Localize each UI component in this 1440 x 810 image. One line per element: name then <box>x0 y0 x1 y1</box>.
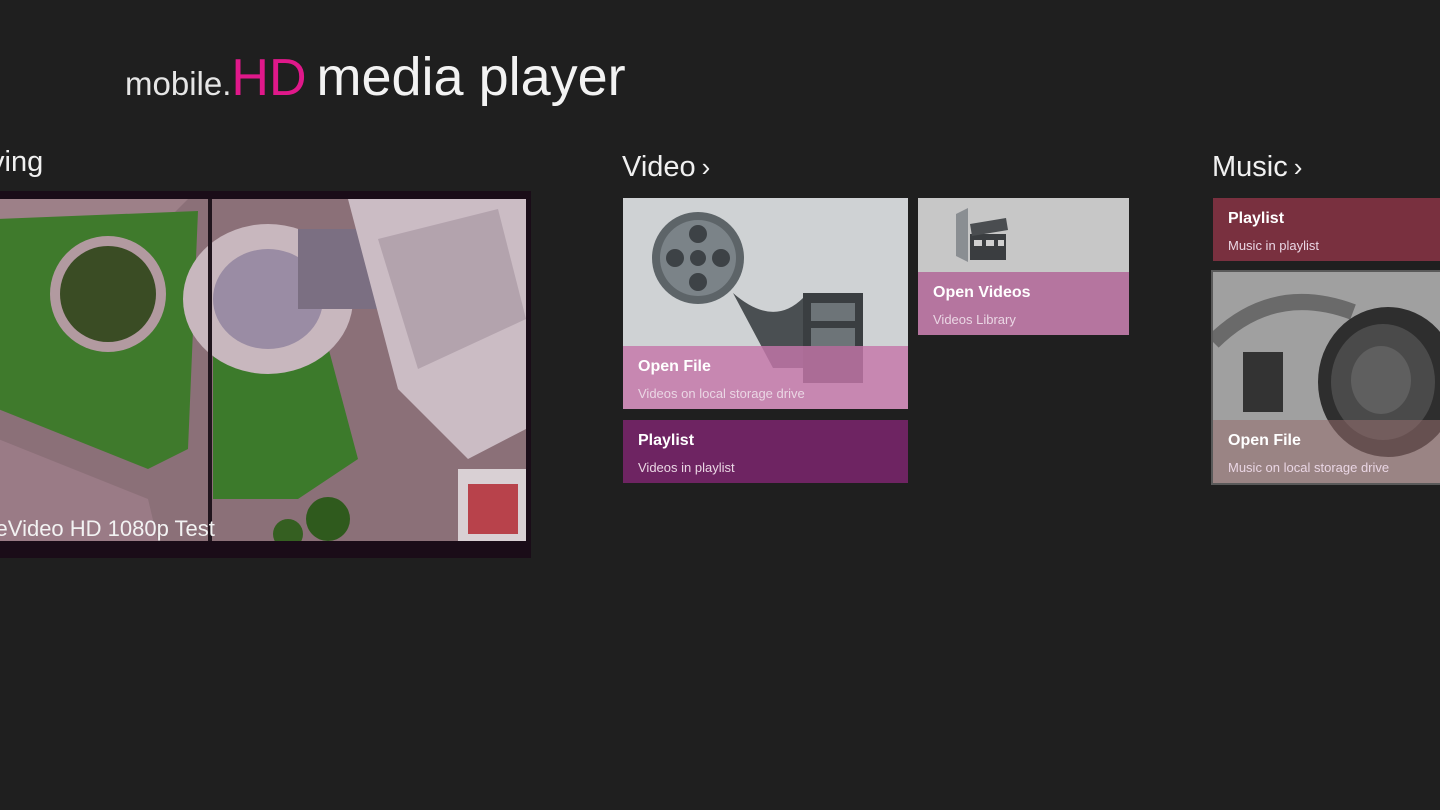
music-section-header[interactable]: Music › <box>1212 153 1302 182</box>
open-videos-label: Open Videos <box>933 284 1031 301</box>
video-open-file-tile[interactable]: Open File Videos on local storage drive <box>623 198 908 409</box>
video-section-header[interactable]: Video › <box>622 153 710 182</box>
app-title-name: media player <box>316 47 626 107</box>
music-playlist-tile[interactable]: Playlist Music in playlist <box>1213 198 1440 261</box>
video-playlist-sub: Videos in playlist <box>638 460 735 475</box>
music-open-file-sub: Music on local storage drive <box>1228 460 1390 475</box>
music-open-file-tile[interactable]: Open File Music on local storage drive <box>1211 270 1440 485</box>
now-playing-tile[interactable]: ureVideo HD 1080p Test <box>0 191 531 558</box>
video-playlist-label: Playlist <box>638 432 695 449</box>
tile-label-band <box>1213 420 1440 483</box>
app-title-brand: HD <box>231 49 307 107</box>
music-header-label: Music <box>1212 151 1288 183</box>
now-playing-header-label: ving <box>0 146 44 178</box>
video-open-file-label: Open File <box>638 358 711 375</box>
video-header-label: Video <box>622 151 696 183</box>
chevron-right-icon: › <box>1293 152 1303 182</box>
open-videos-sub: Videos Library <box>933 312 1016 327</box>
music-playlist-label: Playlist <box>1228 210 1285 227</box>
open-videos-tile[interactable]: Open Videos Videos Library <box>918 198 1129 335</box>
app-title-prefix: mobile. <box>125 65 232 102</box>
app-title: mobile.HD media player <box>125 50 626 104</box>
now-playing-caption: ureVideo HD 1080p Test <box>0 516 215 541</box>
clapperboard-icon <box>956 208 1008 262</box>
music-playlist-sub: Music in playlist <box>1228 238 1320 253</box>
now-playing-header[interactable]: ving <box>0 148 43 177</box>
chevron-right-icon: › <box>701 152 711 182</box>
video-thumbnail <box>0 199 526 541</box>
music-open-file-label: Open File <box>1228 432 1301 449</box>
video-playlist-tile[interactable]: Playlist Videos in playlist <box>623 420 908 483</box>
video-open-file-sub: Videos on local storage drive <box>638 386 805 401</box>
